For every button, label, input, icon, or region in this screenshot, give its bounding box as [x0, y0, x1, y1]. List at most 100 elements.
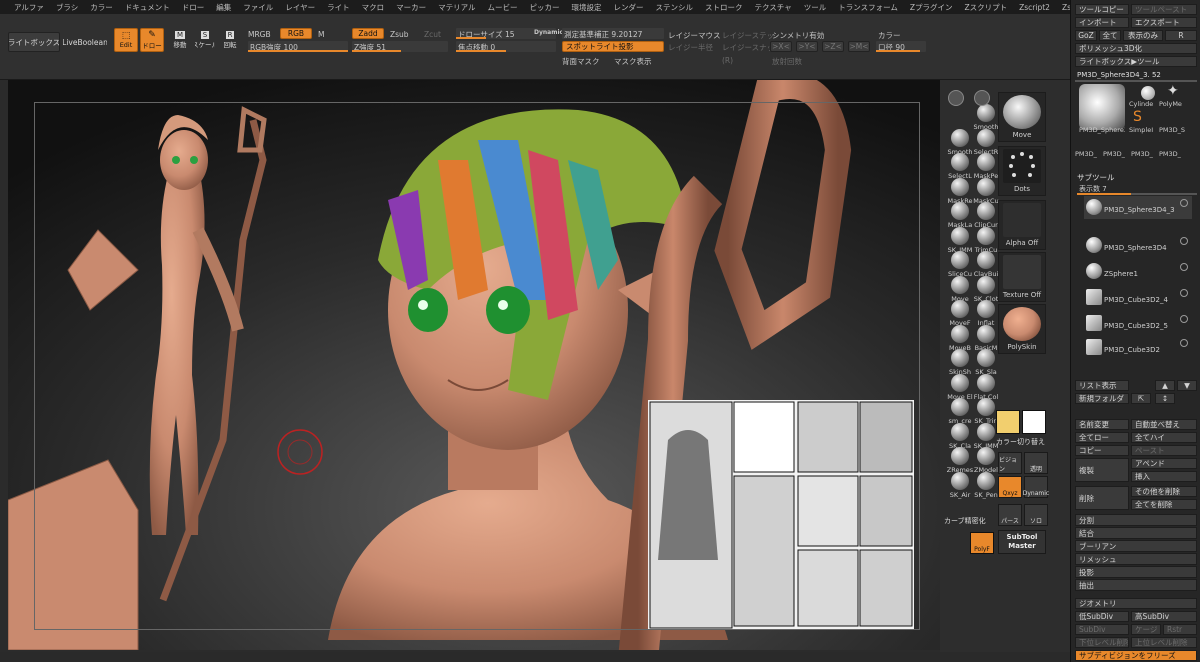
stroke-icon[interactable] [948, 90, 964, 106]
tool-thumbnail-label[interactable]: SimpleI [1129, 126, 1157, 134]
move-down-button[interactable]: ▼ [1177, 380, 1197, 391]
freeze-subdiv-button[interactable]: サブディビジョンをフリーズ [1075, 650, 1197, 661]
append-button[interactable]: アペンド [1131, 458, 1197, 469]
brush-slot[interactable]: SK_Pen [974, 471, 998, 499]
ball-tool-icon[interactable] [1141, 86, 1155, 100]
canvas-viewport[interactable] [8, 80, 940, 650]
focal-shift-slider[interactable]: 焦点移動 0 [456, 41, 556, 52]
menu-item[interactable]: Zスクリプト [958, 2, 1013, 13]
material-icon[interactable] [974, 90, 990, 106]
goz-button[interactable]: GoZ [1075, 30, 1097, 41]
menu-item[interactable]: アルファ [8, 2, 50, 13]
brush-slot[interactable]: SK_IMM [974, 422, 998, 450]
brush-slot[interactable]: SliceCu [948, 251, 972, 278]
new-folder-button[interactable]: 新規フォルダ [1075, 393, 1129, 404]
menu-item[interactable]: ドキュメント [119, 2, 176, 13]
tool-thumbnail-label[interactable]: PM3D_Sphere3 [1079, 126, 1125, 134]
brush-slot[interactable]: Move El [947, 373, 973, 401]
polymesh3d-button[interactable]: ポリメッシュ3D化 [1075, 43, 1197, 54]
brush-slot[interactable]: Smooth [973, 104, 999, 131]
auto-reorder-button[interactable]: 自動並べ替え [1131, 419, 1197, 430]
subtool-item[interactable]: PM3D_Cube3D2 [1084, 336, 1192, 359]
scale-mode-button[interactable]: S スケール [194, 28, 216, 52]
brush-slot[interactable]: MaskLa [948, 202, 972, 229]
main-color-swatch[interactable] [996, 410, 1020, 434]
rgb-toggle[interactable]: RGB [280, 28, 312, 39]
menu-item[interactable]: ドロー [176, 2, 211, 13]
rename-button[interactable]: 名前変更 [1075, 419, 1129, 430]
move-mode-button[interactable]: M 移動 [170, 28, 190, 52]
cage-button[interactable]: ケージ [1131, 624, 1161, 635]
tile-polyskin[interactable]: PolySkin [998, 304, 1046, 354]
geometry-header[interactable]: ジオメトリ [1075, 598, 1197, 609]
tool-thumbnail-label[interactable]: PM3D_ [1131, 150, 1159, 158]
project-section-button[interactable]: 投影 [1075, 566, 1197, 578]
menu-item[interactable]: レイヤー [279, 2, 321, 13]
boolean-section-button[interactable]: ブーリアン [1075, 540, 1197, 552]
brush-slot[interactable]: Inflat [974, 300, 998, 327]
goz-visible-button[interactable]: 表示のみ [1123, 30, 1163, 41]
sym-y-toggle[interactable]: >Y< [796, 41, 818, 52]
lightbox-tool-button[interactable]: ライトボックス▶ツール [1075, 56, 1197, 67]
tool-thumbnail-label[interactable]: Cylinde [1129, 100, 1157, 108]
lightbox-button[interactable]: ライトボックス [8, 32, 60, 52]
menu-item[interactable]: Zscript2 [1013, 3, 1056, 12]
insert-button[interactable]: 挿入 [1131, 471, 1197, 482]
transparent-button[interactable]: 透明 [1024, 452, 1048, 474]
menu-item[interactable]: 環境設定 [566, 2, 608, 13]
symmetry-toggle[interactable]: シンメトリ有効 [772, 30, 824, 41]
qxyz-button[interactable]: Qxyz [998, 476, 1022, 498]
spotlight-button[interactable]: スポットライト投影 [562, 41, 664, 52]
tool-thumbnail-label[interactable]: PM3D_ [1075, 150, 1103, 158]
paste-subtool-button[interactable]: ペースト [1131, 445, 1197, 456]
visibility-eye-icon[interactable] [1180, 199, 1188, 207]
arrow-left-button[interactable]: ⇱ [1131, 393, 1151, 404]
brush-slot[interactable]: ZRemes [947, 447, 973, 474]
brush-slot[interactable]: MaskPe [974, 153, 998, 180]
snake-tool-icon[interactable]: S [1133, 110, 1147, 124]
merge-section-button[interactable]: 結合 [1075, 527, 1197, 539]
vision-button[interactable]: ビジョン [998, 452, 1022, 474]
perspective-button[interactable]: パース [998, 504, 1022, 526]
zsub-toggle[interactable]: Zsub [390, 30, 409, 39]
menu-item[interactable]: テクスチャ [749, 2, 798, 13]
edit-button[interactable]: ⬚ Edit [114, 28, 138, 52]
subtool-master-button[interactable]: SubTool Master [998, 530, 1046, 554]
z-intensity-slider[interactable]: Z強度 51 [352, 41, 448, 52]
brush-slot[interactable]: Flat Col [974, 373, 998, 401]
subtool-header[interactable]: サブツール [1077, 172, 1115, 183]
rgb-intensity-slider[interactable]: RGB強度 100 [248, 41, 348, 52]
dynamic-button[interactable]: Dynamic [1023, 476, 1049, 498]
duplicate-button[interactable]: 複製 [1075, 458, 1129, 482]
all-high-button[interactable]: 全てハイ [1131, 432, 1197, 443]
menu-item[interactable]: ストローク [699, 2, 749, 13]
draw-button[interactable]: ✎ ドロー [140, 28, 164, 52]
menu-item[interactable]: ライト [321, 2, 356, 13]
export-button[interactable]: エクスポート [1131, 17, 1197, 28]
subtool-item[interactable]: PM3D_Sphere3D4 [1084, 234, 1192, 257]
brush-slot[interactable]: SkinSh [948, 349, 972, 376]
tile-dots[interactable]: Dots [998, 146, 1046, 196]
higher-subdiv-button[interactable]: 高SubDiv [1131, 611, 1197, 622]
menu-item[interactable]: ステンシル [650, 2, 700, 13]
brush-slot[interactable]: TrimCu [974, 226, 998, 254]
brush-slot[interactable]: SK_IMM [948, 226, 972, 254]
menu-item[interactable]: ツール [798, 2, 833, 13]
tile-alpha-off[interactable]: Alpha Off [998, 200, 1046, 250]
brush-slot[interactable]: MaskCu [973, 177, 999, 205]
delete-higher-button[interactable]: 上位レベル削除 [1131, 637, 1197, 648]
subtool-item[interactable]: PM3D_Cube3D2_4 [1084, 286, 1192, 309]
brush-slot[interactable]: ClayBui [974, 251, 998, 278]
delete-lower-button[interactable]: 下位レベル削除 [1075, 637, 1129, 648]
brush-slot[interactable]: MoveB [948, 324, 972, 352]
brush-slot[interactable]: BasicM [974, 324, 998, 352]
lazy-r-toggle[interactable]: (R) [722, 56, 733, 65]
brush-slot[interactable]: sm_cre [948, 398, 972, 425]
goz-all-button[interactable]: 全て [1099, 30, 1121, 41]
brush-slot[interactable]: SK_Sla [974, 349, 998, 376]
subtool-item[interactable]: PM3D_Cube3D2_5 [1084, 312, 1192, 335]
tile-move[interactable]: Move [998, 92, 1046, 142]
tool-thumbnail-label[interactable]: PM3D_ [1103, 150, 1131, 158]
menu-item[interactable]: カラー [84, 2, 119, 13]
draw-size-slider[interactable]: ドローサイズ 15 Dynamic [456, 28, 563, 39]
